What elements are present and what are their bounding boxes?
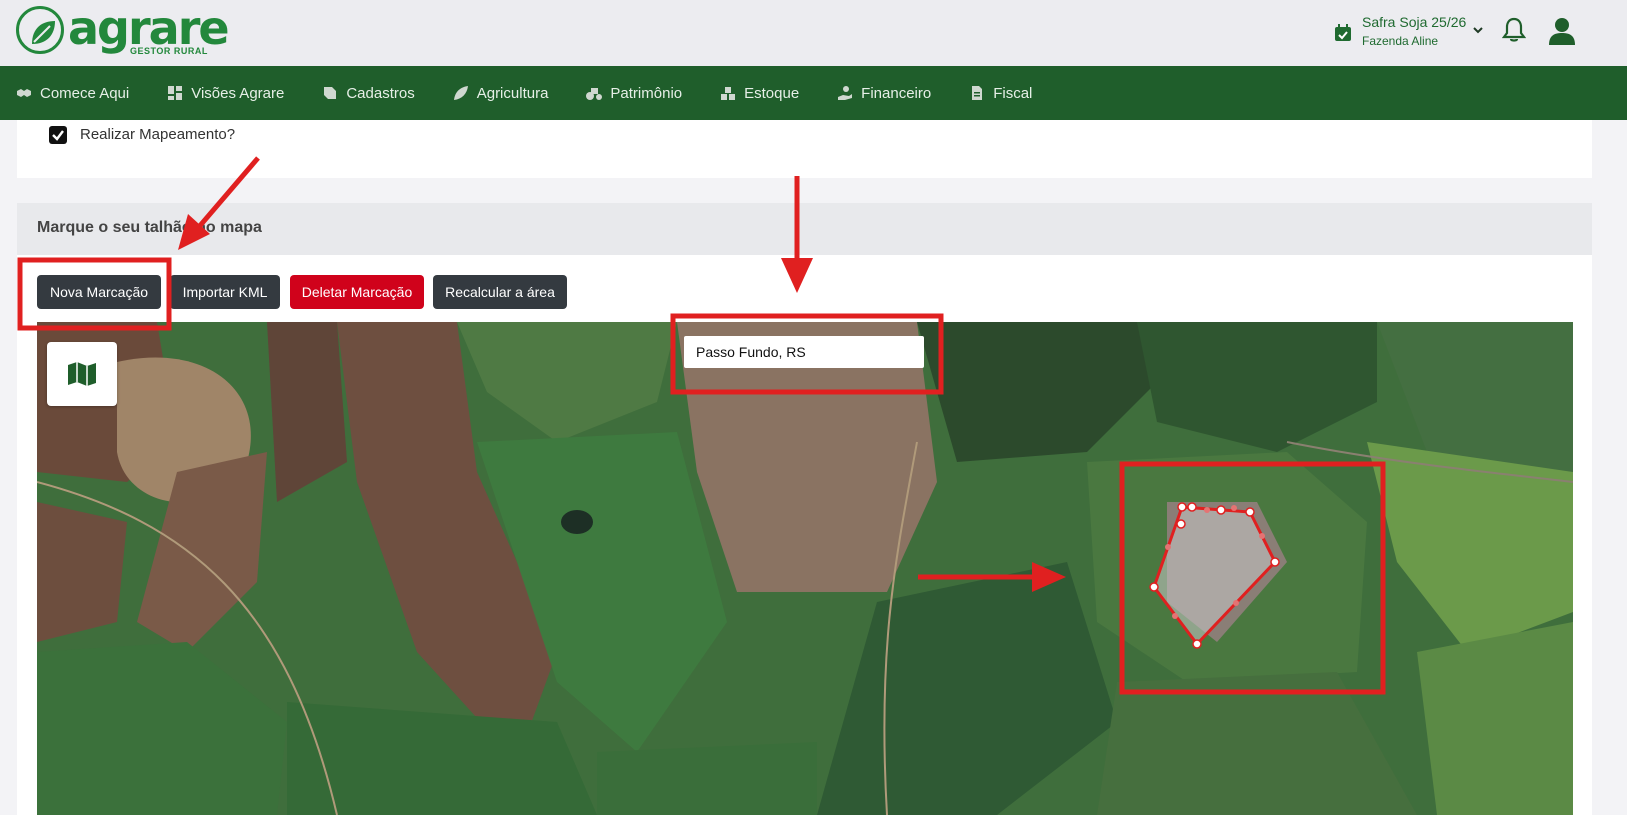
safra-selector[interactable]: Safra Soja 25/26 Fazenda Aline [1334,14,1484,48]
boxes-icon [721,87,736,100]
invoice-icon [972,86,983,100]
leaf-logo-icon [32,21,55,44]
handshake-icon [17,89,31,97]
delete-marking-button[interactable]: Deletar Marcação [290,275,424,309]
import-kml-button[interactable]: Importar KML [170,275,280,309]
user-avatar-icon[interactable] [1549,17,1575,45]
check-icon [52,130,64,141]
nav-item-label: Agricultura [476,84,549,102]
nav-item-label: Visões Agrare [191,84,285,102]
nav-item-comece-aqui[interactable]: Comece Aqui [16,85,129,102]
field-polygon[interactable] [37,322,1573,815]
nav-item-agricultura[interactable]: Agricultura [453,84,549,102]
satellite-map[interactable] [37,322,1573,815]
logo-emblem [16,6,64,54]
nav-item-label: Fiscal [993,84,1033,102]
dashboard-icon [168,86,183,100]
chevron-down-icon [1473,27,1484,34]
new-marking-button[interactable]: Nova Marcação [37,275,161,309]
agrare-logo[interactable]: agrare GESTOR RURAL [16,2,230,58]
tractor-icon [586,88,603,100]
brand-tagline: GESTOR RURAL [130,46,208,56]
register-icon [324,87,337,99]
recalculate-area-button[interactable]: Recalcular a área [433,275,567,309]
nav-item-fiscal[interactable]: Fiscal [969,85,1032,102]
bell-icon[interactable] [1502,17,1526,43]
nav-item-label: Cadastros [346,84,415,102]
main-nav: Comece Aqui Visões Agrare Cadastros Agri… [0,66,1627,120]
nav-item-financeiro[interactable]: Financeiro [837,85,931,102]
map-section-title: Marque o seu talhão no mapa [37,219,262,236]
calendar-check-icon [1335,24,1351,41]
nav-item-visoes-agrare[interactable]: Visões Agrare [167,85,284,102]
mapping-option-card: Realizar Mapeamento? [17,120,1592,178]
nav-item-cadastros[interactable]: Cadastros [322,84,415,102]
map-section-header: Marque o seu talhão no mapa [17,203,1592,255]
nav-item-estoque[interactable]: Estoque [720,85,799,102]
nav-item-patrimonio[interactable]: Patrimônio [586,85,682,102]
farm-name: Fazenda Aline [1362,34,1439,48]
top-bar: agrare GESTOR RURAL Safra Soja 25/26 Faz… [0,0,1627,66]
mapping-checkbox-label: Realizar Mapeamento? [80,126,236,143]
safra-title: Safra Soja 25/26 [1362,14,1467,30]
mapping-checkbox[interactable] [49,126,67,144]
leaf-icon [453,86,468,100]
nav-item-label: Financeiro [861,84,932,102]
nav-item-label: Estoque [744,84,800,102]
nav-item-label: Patrimônio [610,84,683,102]
nav-item-label: Comece Aqui [40,84,130,102]
money-hand-icon [838,86,853,100]
